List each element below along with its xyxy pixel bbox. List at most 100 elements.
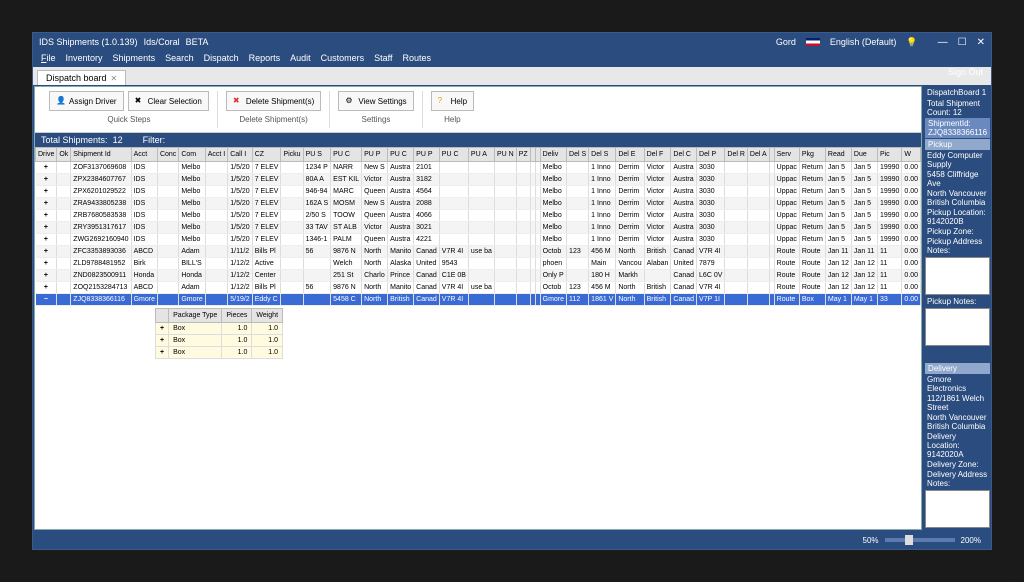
app-subtitle1: Ids/Coral xyxy=(144,37,180,47)
col-header[interactable]: Call I xyxy=(228,148,252,162)
menu-shipments[interactable]: Shipments xyxy=(113,53,156,65)
help-button[interactable]: ? Help xyxy=(431,91,474,111)
menu-search[interactable]: Search xyxy=(165,53,194,65)
table-row[interactable]: +ZOQ2153284713ABCDAdam1/12/2Bills Pl5698… xyxy=(36,282,921,294)
col-header[interactable]: Del R xyxy=(725,148,748,162)
expand-icon[interactable]: + xyxy=(36,222,57,234)
expand-icon[interactable]: + xyxy=(36,174,57,186)
menu-customers[interactable]: Customers xyxy=(321,53,365,65)
col-header[interactable]: Drive xyxy=(36,148,57,162)
expand-icon[interactable]: + xyxy=(36,234,57,246)
assign-driver-button[interactable]: 👤 Assign Driver xyxy=(49,91,124,111)
expand-icon[interactable]: + xyxy=(36,282,57,294)
pickup-addr-notes-box[interactable] xyxy=(925,257,990,295)
col-header[interactable]: W xyxy=(902,148,921,162)
flag-icon xyxy=(806,38,820,46)
expand-icon[interactable]: + xyxy=(36,198,57,210)
col-header[interactable]: PU C xyxy=(439,148,468,162)
language[interactable]: English (Default) xyxy=(830,37,897,47)
package-row[interactable]: +Box1.01.0 xyxy=(156,347,283,359)
expand-icon[interactable]: − xyxy=(36,294,57,306)
col-header[interactable]: Com xyxy=(179,148,205,162)
menu-reports[interactable]: Reports xyxy=(249,53,281,65)
col-header[interactable]: Pkg xyxy=(799,148,825,162)
package-row[interactable]: +Box1.01.0 xyxy=(156,335,283,347)
tab-close-icon[interactable]: ✕ xyxy=(111,74,118,83)
col-header[interactable]: Del C xyxy=(671,148,697,162)
table-row[interactable]: +ZWG2692160940IDSMelbo1/5/207 ELEV1346-1… xyxy=(36,234,921,246)
expand-icon[interactable]: + xyxy=(36,270,57,282)
shipments-grid[interactable]: DriveOkShipment IdAcctConcComAcct ICall … xyxy=(35,147,921,529)
col-header[interactable]: Del E xyxy=(616,148,644,162)
col-header[interactable]: Acct I xyxy=(205,148,228,162)
signout-link[interactable]: Sign Out xyxy=(948,67,983,77)
col-header[interactable]: CZ xyxy=(252,148,281,162)
col-header[interactable]: Acct xyxy=(131,148,157,162)
delivery-addr-notes-label: Delivery Address Notes: xyxy=(925,470,990,488)
menu-inventory[interactable]: Inventory xyxy=(66,53,103,65)
col-header[interactable]: Deliv xyxy=(540,148,566,162)
col-header[interactable]: PU P xyxy=(362,148,388,162)
menu-dispatch[interactable]: Dispatch xyxy=(204,53,239,65)
col-header[interactable]: PU N xyxy=(494,148,516,162)
pickup-location: 9142020B xyxy=(927,217,963,226)
col-header[interactable]: PZ xyxy=(516,148,530,162)
col-header[interactable]: PU S xyxy=(303,148,331,162)
view-settings-button[interactable]: ⚙ View Settings xyxy=(338,91,413,111)
table-row[interactable]: +ZOF3137069608IDSMelbo1/5/207 ELEV1234 P… xyxy=(36,162,921,174)
col-header[interactable]: PU P xyxy=(414,148,440,162)
table-row[interactable]: +ZND0823500911HondaHonda1/12/2Center251 … xyxy=(36,270,921,282)
col-header[interactable]: Del S xyxy=(567,148,589,162)
maximize-button[interactable]: ☐ xyxy=(958,37,967,48)
menu-audit[interactable]: Audit xyxy=(290,53,311,65)
table-row[interactable]: −ZJQ8338366116GmoreGmore5/19/2Eddy C5458… xyxy=(36,294,921,306)
user-icon: 👤 xyxy=(56,96,66,106)
col-header[interactable]: Conc xyxy=(157,148,178,162)
table-row[interactable]: +ZPX2384607767IDSMelbo1/5/207 ELEV80A AE… xyxy=(36,174,921,186)
table-row[interactable]: +ZPX6201029522IDSMelbo1/5/207 ELEV946-94… xyxy=(36,186,921,198)
col-header[interactable]: Del A xyxy=(747,148,769,162)
delete-icon: ✖ xyxy=(233,96,243,106)
minimize-button[interactable]: — xyxy=(938,37,948,48)
menubar: File Inventory Shipments Search Dispatch… xyxy=(33,51,991,67)
menu-staff[interactable]: Staff xyxy=(374,53,392,65)
table-row[interactable]: +ZRA9433805238IDSMelbo1/5/207 ELEV162A S… xyxy=(36,198,921,210)
table-row[interactable]: +ZFC3353893036ABCDAdam1/11/2Bills Pl5698… xyxy=(36,246,921,258)
table-row[interactable]: +ZRB7680583538IDSMelbo1/5/207 ELEV2/50 S… xyxy=(36,210,921,222)
col-header[interactable]: Due xyxy=(851,148,877,162)
expand-icon[interactable]: + xyxy=(36,210,57,222)
col-header[interactable]: Shipment Id xyxy=(71,148,131,162)
col-header[interactable]: Read xyxy=(825,148,851,162)
table-row[interactable]: +ZLD9788481952BirkBILL'S1/12/2ActiveWelc… xyxy=(36,258,921,270)
clear-selection-button[interactable]: ✖ Clear Selection xyxy=(128,91,209,111)
col-header[interactable]: PU A xyxy=(468,148,494,162)
col-header[interactable]: Ok xyxy=(57,148,71,162)
delete-shipments-button[interactable]: ✖ Delete Shipment(s) xyxy=(226,91,321,111)
toolbar: 👤 Assign Driver ✖ Clear Selection Quick … xyxy=(35,87,921,133)
expand-icon[interactable]: + xyxy=(36,162,57,174)
menu-file[interactable]: File xyxy=(41,53,56,65)
col-header[interactable]: Serv xyxy=(774,148,799,162)
col-header[interactable]: PU C xyxy=(331,148,362,162)
pickup-notes-box[interactable] xyxy=(925,308,990,346)
close-button[interactable]: ✕ xyxy=(977,37,985,48)
expand-icon[interactable]: + xyxy=(36,246,57,258)
col-header[interactable]: Del P xyxy=(697,148,725,162)
col-header[interactable]: Del F xyxy=(644,148,671,162)
zoom-min: 50% xyxy=(863,536,879,545)
details-sidebar: DispatchBoard 1 Total Shipment Count: 12… xyxy=(923,85,991,531)
expand-icon[interactable]: + xyxy=(36,258,57,270)
delivery-addr-notes-box[interactable] xyxy=(925,490,990,528)
col-header[interactable]: Pic xyxy=(877,148,901,162)
statusbar: 50% 200% xyxy=(33,531,991,549)
menu-routes[interactable]: Routes xyxy=(403,53,432,65)
table-row[interactable]: +ZRY3951317617IDSMelbo1/5/207 ELEV33 TAV… xyxy=(36,222,921,234)
lightbulb-icon[interactable]: 💡 xyxy=(906,37,917,48)
col-header[interactable]: Del S xyxy=(589,148,616,162)
col-header[interactable]: PU C xyxy=(388,148,414,162)
expand-icon[interactable]: + xyxy=(36,186,57,198)
zoom-slider[interactable] xyxy=(885,538,955,542)
tab-dispatch-board[interactable]: Dispatch board ✕ xyxy=(37,70,126,85)
col-header[interactable]: Picku xyxy=(281,148,303,162)
package-row[interactable]: +Box1.01.0 xyxy=(156,323,283,335)
